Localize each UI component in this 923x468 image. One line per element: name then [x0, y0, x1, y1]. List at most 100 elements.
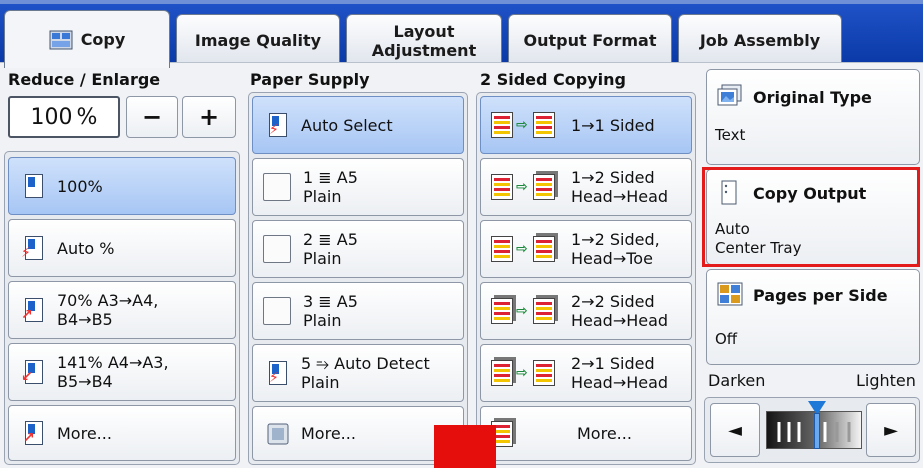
tray-line2: Plain: [303, 187, 342, 206]
sided-line2: Head→Head: [571, 311, 669, 330]
paper-option-label: Auto Select: [301, 115, 393, 135]
plus-label: +: [198, 103, 220, 131]
sided-1-1[interactable]: ⇨ 1→1 Sided: [480, 96, 692, 154]
zoom-option-label: 141% A4→A3, B5→B4: [57, 353, 169, 391]
tray-line1: 5 ⥱ Auto Detect: [301, 354, 430, 373]
darken-button[interactable]: ◄: [710, 403, 760, 457]
enlarge-icon: ↙: [21, 359, 47, 385]
tab-image-quality-label: Image Quality: [194, 31, 322, 50]
two-to-two-sided-icon: ⇨: [489, 297, 563, 325]
original-type-button[interactable]: Original Type Text: [706, 69, 920, 165]
original-type-value: Text: [715, 126, 746, 144]
sided-option-text: 2→1 Sided Head→Head: [571, 354, 668, 392]
sided-option-label: 1→1 Sided: [571, 115, 655, 135]
paper-supply-title: Paper Supply: [250, 70, 370, 89]
one-to-one-sided-icon: ⇨: [489, 111, 563, 139]
zoom-option-auto[interactable]: ⚡ Auto %: [8, 219, 236, 277]
sided-line2: Head→Toe: [571, 249, 653, 268]
sided-more-icon: [489, 420, 569, 448]
sided-option-text: 2→2 Sided Head→Head: [571, 292, 668, 330]
left-arrow-icon: ◄: [728, 419, 742, 441]
tray-icon: [263, 173, 291, 201]
sided-more-button[interactable]: More...: [480, 406, 692, 461]
pages-per-side-title: Pages per Side: [753, 286, 888, 305]
reduce-enlarge-title: Reduce / Enlarge: [8, 70, 161, 89]
sided-option-text: 1→2 Sided, Head→Toe: [571, 230, 660, 268]
sided-line1: 1→2 Sided: [571, 168, 655, 187]
lighten-label: Lighten: [856, 371, 916, 390]
right-arrow-icon: ►: [884, 419, 898, 441]
sided-2-2[interactable]: ⇨ 2→2 Sided Head→Head: [480, 282, 692, 340]
pages-per-side-button[interactable]: Pages per Side Off: [706, 269, 920, 365]
one-to-two-sided-icon: ⇨: [489, 173, 563, 201]
zoom-option-70[interactable]: ↗ 70% A3→A4, B4→B5: [8, 281, 236, 339]
red-marker: [434, 425, 496, 468]
tab-layout-adjustment[interactable]: Layout Adjustment: [346, 14, 502, 66]
paper-tray-3[interactable]: 3 ≣ A5 Plain: [252, 282, 464, 340]
page-icon: [21, 173, 47, 199]
paper-more-button[interactable]: More...: [252, 406, 464, 461]
one-to-two-head-toe-icon: ⇨: [489, 235, 563, 263]
zoom-option-100[interactable]: 100%: [8, 157, 236, 215]
reduce-icon: ↗: [21, 297, 47, 323]
sided-line1: 2→1 Sided: [571, 354, 655, 373]
copy-tab-content: Reduce / Enlarge 100 % − + 100% ⚡ Auto %…: [0, 62, 923, 468]
auto-zoom-icon: ⚡: [21, 235, 47, 261]
auto-select-icon: ⚡: [265, 112, 291, 138]
sided-1-2-head-toe[interactable]: ⇨ 1→2 Sided, Head→Toe: [480, 220, 692, 278]
sided-line1: 1→2 Sided,: [571, 230, 660, 249]
pages-per-side-icon: [717, 282, 743, 306]
paper-tray-5-bypass[interactable]: ⚡ 5 ⥱ Auto Detect Plain: [252, 344, 464, 402]
zoom-plus-button[interactable]: +: [182, 96, 236, 138]
sided-option-text: 1→2 Sided Head→Head: [571, 168, 668, 206]
zoom-minus-button[interactable]: −: [126, 96, 178, 138]
tab-output-format-label: Output Format: [523, 31, 657, 50]
zoom-option-label: Auto %: [57, 238, 115, 258]
tab-copy[interactable]: Copy: [4, 10, 170, 68]
tab-job-assembly-label: Job Assembly: [699, 31, 821, 50]
zoom-value-field[interactable]: 100 %: [8, 96, 120, 138]
minus-label: −: [141, 103, 163, 131]
paper-tray-1[interactable]: 1 ≣ A5 Plain: [252, 158, 464, 216]
zoom-option-141[interactable]: ↙ 141% A4→A3, B5→B4: [8, 343, 236, 401]
sided-1-2-head-head[interactable]: ⇨ 1→2 Sided Head→Head: [480, 158, 692, 216]
two-to-one-sided-icon: ⇨: [489, 359, 563, 387]
copy-screen: Copy Image Quality Layout Adjustment Out…: [0, 0, 923, 468]
tab-job-assembly[interactable]: Job Assembly: [678, 14, 842, 66]
tray-line2: Plain: [301, 373, 340, 392]
zoom-unit: %: [76, 104, 98, 130]
sided-line1: 2→2 Sided: [571, 292, 655, 311]
paper-option-text: 2 ≣ A5 Plain: [303, 230, 358, 268]
zoom-more-button[interactable]: ↗ More...: [8, 405, 236, 461]
tab-image-quality[interactable]: Image Quality: [176, 14, 340, 66]
sided-option-label: More...: [577, 424, 632, 443]
two-sided-title: 2 Sided Copying: [480, 70, 626, 89]
paper-more-icon: [265, 421, 291, 447]
copy-icon: [49, 29, 73, 51]
original-type-title: Original Type: [753, 88, 872, 107]
paper-option-text: 5 ⥱ Auto Detect Plain: [301, 354, 430, 392]
density-indicator-bar: [814, 413, 820, 449]
paper-tray-2[interactable]: 2 ≣ A5 Plain: [252, 220, 464, 278]
tray-icon: [263, 235, 291, 263]
paper-option-text: 3 ≣ A5 Plain: [303, 292, 358, 330]
lighten-button[interactable]: ►: [866, 403, 916, 457]
tab-copy-label: Copy: [80, 30, 126, 49]
tray-line1: 1 ≣ A5: [303, 168, 358, 187]
bypass-tray-icon: ⚡: [265, 360, 291, 386]
zoom-option-label: 70% A3→A4, B4→B5: [57, 291, 159, 329]
tray-line2: Plain: [303, 311, 342, 330]
sided-line2: Head→Head: [571, 373, 669, 392]
sided-2-1[interactable]: ⇨ 2→1 Sided Head→Head: [480, 344, 692, 402]
paper-option-text: 1 ≣ A5 Plain: [303, 168, 358, 206]
zoom-more-icon: ↗: [21, 420, 47, 446]
tab-output-format[interactable]: Output Format: [508, 14, 672, 66]
zoom-option-label: More...: [57, 423, 112, 443]
paper-option-label: More...: [301, 424, 356, 443]
paper-auto-select[interactable]: ⚡ Auto Select: [252, 96, 464, 154]
sided-line2: Head→Head: [571, 187, 669, 206]
tray-line2: Plain: [303, 249, 342, 268]
zoom-option-label: 100%: [57, 176, 103, 196]
darken-label: Darken: [708, 371, 766, 390]
copy-output-highlight: [702, 167, 920, 267]
